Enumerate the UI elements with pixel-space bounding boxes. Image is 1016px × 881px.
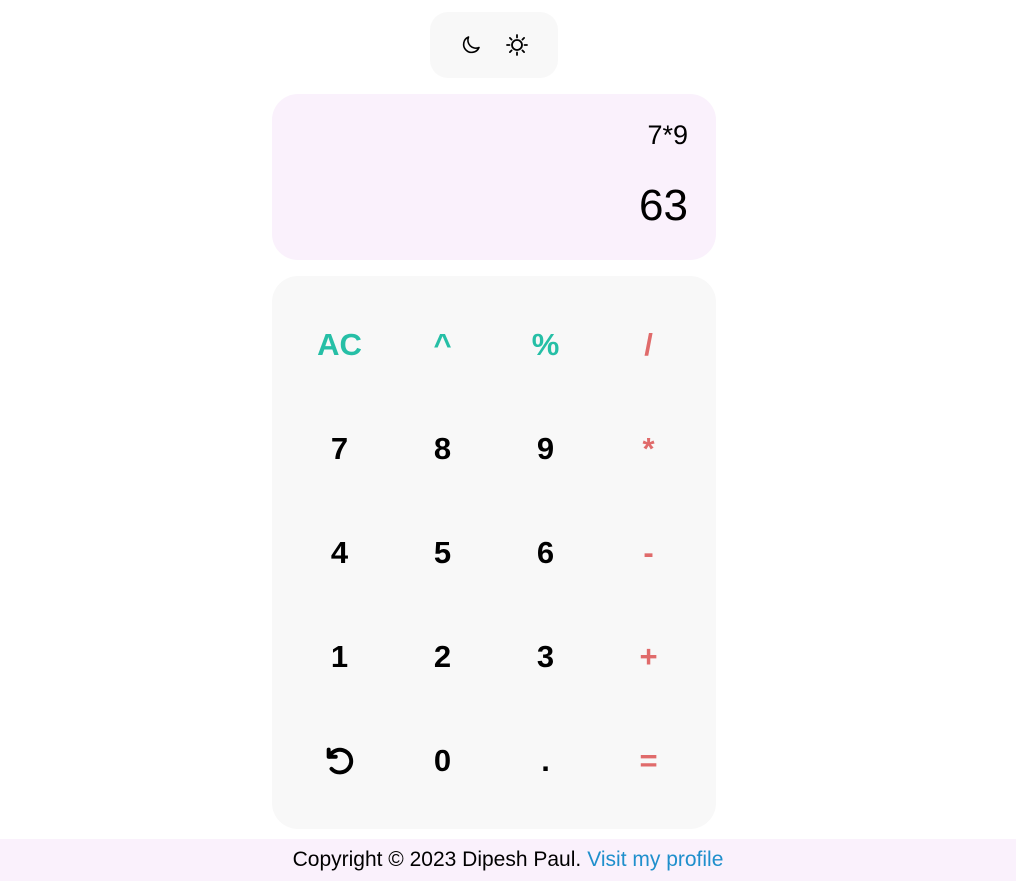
digit-1-button[interactable]: 1: [288, 605, 391, 709]
digit-3-button[interactable]: 3: [494, 605, 597, 709]
all-clear-button[interactable]: AC: [288, 293, 391, 397]
copyright-text: Copyright © 2023 Dipesh Paul.: [292, 848, 582, 871]
multiply-button[interactable]: *: [597, 397, 700, 501]
digit-2-button[interactable]: 2: [391, 605, 494, 709]
digit-8-button[interactable]: 8: [391, 397, 494, 501]
subtract-button[interactable]: -: [597, 501, 700, 605]
footer: Copyright © 2023 Dipesh Paul. Visit my p…: [0, 839, 1016, 881]
dark-mode-button[interactable]: [454, 28, 488, 62]
sun-icon: [506, 34, 528, 56]
result-text: 63: [639, 181, 688, 230]
theme-toggle: [430, 12, 558, 78]
digit-5-button[interactable]: 5: [391, 501, 494, 605]
divide-button[interactable]: /: [597, 293, 700, 397]
calculator-display: 7*9 63: [272, 94, 716, 260]
digit-0-button[interactable]: 0: [391, 709, 494, 813]
undo-button[interactable]: [288, 709, 391, 813]
digit-4-button[interactable]: 4: [288, 501, 391, 605]
undo-icon: [326, 747, 353, 775]
power-button[interactable]: ^: [391, 293, 494, 397]
percent-button[interactable]: %: [494, 293, 597, 397]
profile-link[interactable]: Visit my profile: [587, 848, 723, 872]
add-button[interactable]: +: [597, 605, 700, 709]
digit-9-button[interactable]: 9: [494, 397, 597, 501]
light-mode-button[interactable]: [500, 28, 534, 62]
keypad: AC ^%/ 7 8 9 * 4 5 6- 1 2 3 +0. =: [272, 276, 716, 829]
decimal-button[interactable]: .: [494, 709, 597, 813]
digit-7-button[interactable]: 7: [288, 397, 391, 501]
expression-text: 7*9: [647, 120, 688, 150]
digit-6-button[interactable]: 6: [494, 501, 597, 605]
equals-button[interactable]: =: [597, 709, 700, 813]
moon-icon: [462, 36, 480, 54]
